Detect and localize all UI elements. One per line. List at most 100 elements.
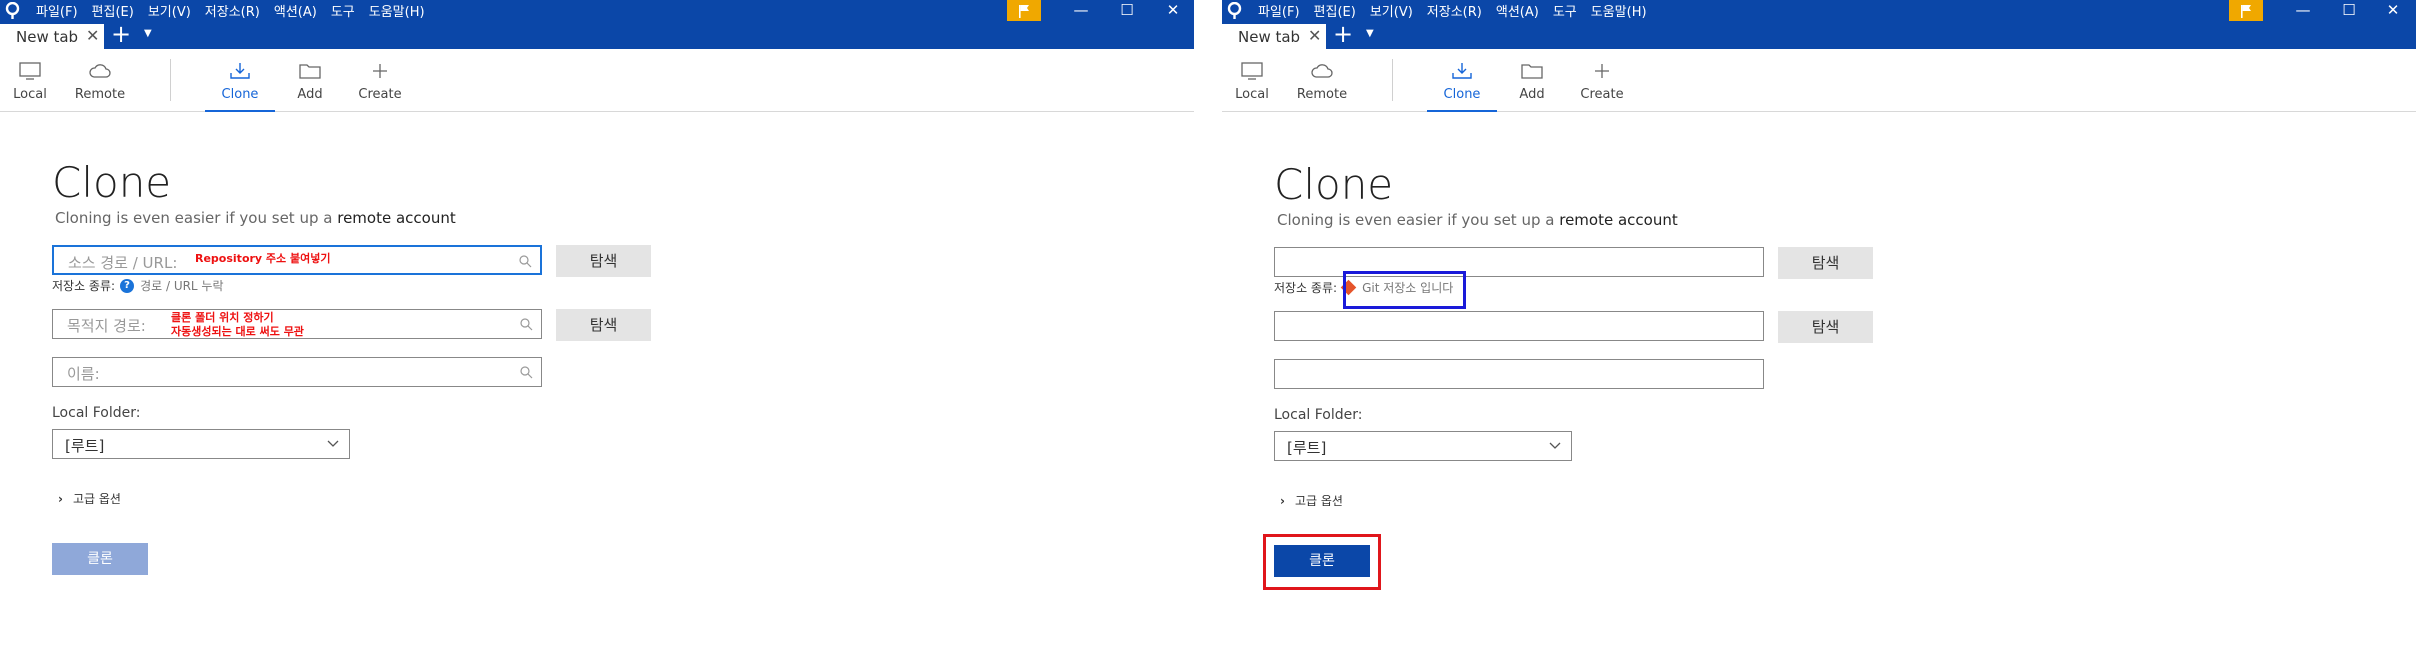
- advanced-options-toggle[interactable]: › 고급 옵션: [58, 490, 121, 507]
- source-browse-button[interactable]: 탐색: [1778, 247, 1873, 279]
- menu-bar: 파일(F) 편집(E) 보기(V) 저장소(R) 액션(A) 도구 도움말(H): [36, 0, 439, 21]
- search-icon: [519, 255, 532, 268]
- tab-dropdown-icon[interactable]: ▼: [144, 28, 152, 39]
- toolbar: Local Remote Clone Add Create: [1222, 49, 2416, 112]
- highlight-box-clone-button: [1263, 534, 1381, 590]
- download-icon: [230, 63, 250, 79]
- annotation-source-note: Repository 주소 붙여넣기: [195, 252, 331, 265]
- menu-repository[interactable]: 저장소(R): [1427, 1, 1482, 20]
- menu-tools[interactable]: 도구: [331, 1, 355, 20]
- minimize-button[interactable]: —: [1058, 0, 1104, 21]
- tab-new-tab[interactable]: New tab ✕: [0, 24, 104, 49]
- tab-close-icon[interactable]: ✕: [86, 26, 99, 45]
- advanced-options-toggle[interactable]: › 고급 옵션: [1280, 492, 1343, 509]
- toolbar-remote-button[interactable]: Remote: [65, 49, 135, 111]
- toolbar-clone-button[interactable]: Clone: [205, 49, 275, 112]
- tab-new-tab[interactable]: New tab ✕: [1222, 24, 1326, 49]
- toolbar-separator: [170, 59, 171, 101]
- title-bar: 파일(F) 편집(E) 보기(V) 저장소(R) 액션(A) 도구 도움말(H)…: [1222, 0, 2416, 21]
- repo-type-label: 저장소 종류:: [1274, 281, 1338, 295]
- cloud-icon: [1311, 64, 1333, 78]
- toolbar-add-label: Add: [297, 87, 323, 102]
- close-button[interactable]: ✕: [1150, 0, 1196, 21]
- cloud-icon: [89, 64, 111, 78]
- highlight-box-repo-type: [1343, 271, 1466, 309]
- destination-path-input[interactable]: [1274, 311, 1764, 341]
- toolbar-add-button[interactable]: Add: [1497, 49, 1567, 111]
- clone-button-disabled[interactable]: 클론: [52, 543, 148, 575]
- subtitle-text: Cloning is even easier if you set up a: [1277, 211, 1555, 229]
- folder-icon: [1521, 64, 1543, 79]
- subtitle-text: Cloning is even easier if you set up a: [55, 209, 333, 227]
- search-icon: [520, 318, 533, 331]
- annotation-dest-line-1: 클론 폴더 위치 정하기: [171, 311, 274, 324]
- toolbar-separator: [1392, 59, 1393, 101]
- chevron-down-icon: [1549, 442, 1561, 449]
- menu-help[interactable]: 도움말(H): [1591, 1, 1647, 20]
- name-input[interactable]: 이름:: [52, 357, 542, 387]
- page-subtitle: Cloning is even easier if you set up a r…: [55, 209, 456, 227]
- maximize-button[interactable]: ☐: [2326, 0, 2372, 21]
- toolbar-local-button[interactable]: Local: [1217, 49, 1287, 111]
- menu-edit[interactable]: 편집(E): [92, 1, 134, 20]
- toolbar-create-button[interactable]: Create: [1567, 49, 1637, 111]
- destination-path-placeholder: 목적지 경로:: [67, 317, 146, 335]
- menu-view[interactable]: 보기(V): [148, 1, 191, 20]
- toolbar-local-label: Local: [13, 87, 47, 102]
- repo-type-label: 저장소 종류:: [52, 279, 116, 293]
- new-tab-plus-icon[interactable]: +: [111, 22, 131, 46]
- monitor-icon: [1241, 62, 1263, 80]
- toolbar-remote-label: Remote: [74, 87, 126, 102]
- minimize-button[interactable]: —: [2280, 0, 2326, 21]
- flag-icon: [2241, 4, 2251, 18]
- plus-icon: [373, 64, 387, 78]
- download-icon: [1452, 63, 1472, 79]
- toolbar-remote-button[interactable]: Remote: [1287, 49, 1357, 111]
- tab-bar: New tab ✕ + ▼: [1222, 21, 2416, 49]
- chevron-right-icon: ›: [58, 492, 63, 506]
- tab-bar: New tab ✕ + ▼: [0, 21, 1194, 49]
- toolbar-clone-label: Clone: [221, 87, 259, 102]
- sourcetree-logo-icon: [1227, 2, 1242, 19]
- toolbar: Local Remote Clone Add Create: [0, 49, 1194, 112]
- menu-edit[interactable]: 편집(E): [1314, 1, 1356, 20]
- toolbar-local-button[interactable]: Local: [0, 49, 65, 111]
- remote-account-link[interactable]: remote account: [337, 209, 456, 227]
- local-folder-select[interactable]: [루트]: [52, 429, 350, 459]
- toolbar-clone-button[interactable]: Clone: [1427, 49, 1497, 112]
- name-input[interactable]: [1274, 359, 1764, 389]
- repo-type-row: 저장소 종류: ? 경로 / URL 누락: [52, 277, 224, 294]
- menu-file[interactable]: 파일(F): [36, 1, 78, 20]
- toolbar-create-button[interactable]: Create: [345, 49, 415, 111]
- tab-dropdown-icon[interactable]: ▼: [1366, 28, 1374, 39]
- local-folder-select[interactable]: [루트]: [1274, 431, 1572, 461]
- destination-browse-button[interactable]: 탐색: [1778, 311, 1873, 343]
- menu-actions[interactable]: 액션(A): [274, 1, 317, 20]
- notification-flag-button[interactable]: [1007, 0, 1041, 21]
- folder-icon: [299, 64, 321, 79]
- source-browse-button[interactable]: 탐색: [556, 245, 651, 277]
- toolbar-create-label: Create: [1580, 87, 1624, 102]
- tab-label: New tab: [16, 27, 79, 46]
- source-url-placeholder: 소스 경로 / URL:: [68, 254, 178, 272]
- menu-view[interactable]: 보기(V): [1370, 1, 1413, 20]
- menu-bar: 파일(F) 편집(E) 보기(V) 저장소(R) 액션(A) 도구 도움말(H): [1258, 0, 1661, 21]
- menu-file[interactable]: 파일(F): [1258, 1, 1300, 20]
- menu-help[interactable]: 도움말(H): [369, 1, 425, 20]
- tab-close-icon[interactable]: ✕: [1308, 26, 1321, 45]
- toolbar-add-button[interactable]: Add: [275, 49, 345, 111]
- menu-actions[interactable]: 액션(A): [1496, 1, 1539, 20]
- menu-repository[interactable]: 저장소(R): [205, 1, 260, 20]
- remote-account-link[interactable]: remote account: [1559, 211, 1678, 229]
- toolbar-remote-label: Remote: [1296, 87, 1348, 102]
- destination-browse-button[interactable]: 탐색: [556, 309, 651, 341]
- monitor-icon: [19, 62, 41, 80]
- maximize-button[interactable]: ☐: [1104, 0, 1150, 21]
- notification-flag-button[interactable]: [2229, 0, 2263, 21]
- menu-tools[interactable]: 도구: [1553, 1, 1577, 20]
- page-title: Clone: [52, 158, 172, 207]
- new-tab-plus-icon[interactable]: +: [1333, 22, 1353, 46]
- question-icon: ?: [120, 278, 135, 293]
- close-button[interactable]: ✕: [2370, 0, 2416, 21]
- chevron-down-icon: [327, 440, 339, 447]
